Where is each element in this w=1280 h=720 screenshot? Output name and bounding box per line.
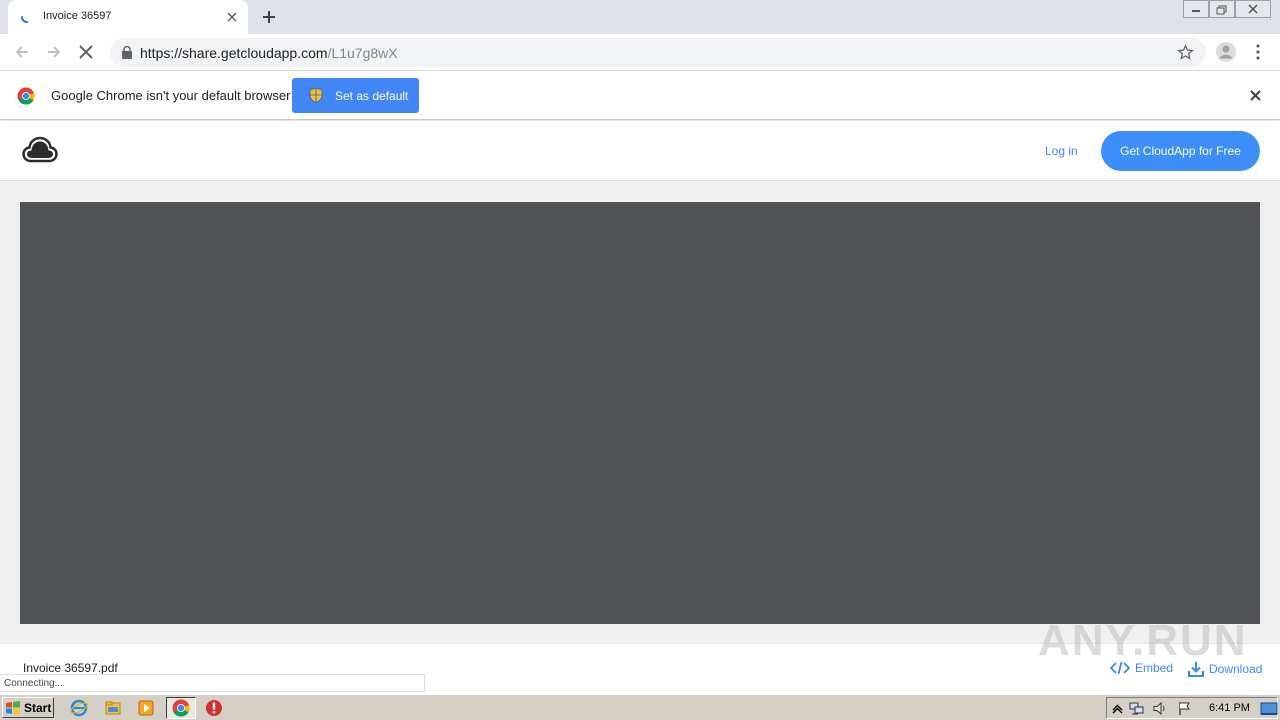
- restore-button[interactable]: [1209, 0, 1235, 18]
- tab-invoice[interactable]: Invoice 36597: [8, 0, 248, 34]
- login-link[interactable]: Log in: [1045, 144, 1078, 158]
- anyrun-watermark: ANY.RUN: [1038, 616, 1248, 665]
- tab-strip: Invoice 36597: [0, 0, 1280, 34]
- system-clock[interactable]: 6:41 PM: [1209, 702, 1250, 714]
- show-hidden-icons-icon[interactable]: [1110, 701, 1125, 716]
- download-icon: [1188, 662, 1204, 677]
- close-window-button[interactable]: [1235, 0, 1271, 18]
- url-host: https://share.getcloudapp.com: [140, 45, 328, 61]
- uac-shield-icon: [309, 87, 323, 103]
- chrome-taskbar-icon: [172, 699, 190, 717]
- start-label: Start: [24, 700, 52, 715]
- tab-title: Invoice 36597: [43, 10, 112, 22]
- taskbar: Start 6:41 PM: [0, 694, 1280, 720]
- infobar-message: Google Chrome isn't your default browser: [51, 88, 291, 103]
- code-embed-icon: [1110, 661, 1130, 675]
- new-tab-icon[interactable]: [260, 8, 278, 26]
- browser-toolbar: https://share.getcloudapp.com/L1u7g8wX: [0, 34, 1280, 71]
- download-label: Download: [1209, 662, 1263, 676]
- page-content: Log in Get CloudApp for Free Invoice 365…: [0, 121, 1280, 692]
- chrome-logo-icon: [17, 87, 35, 105]
- screen: Invoice 36597 https://share.getcloudapp.…: [0, 0, 1280, 720]
- action-center-flag-icon[interactable]: [1177, 701, 1192, 716]
- internet-explorer-icon[interactable]: [70, 699, 88, 717]
- get-cloudapp-button[interactable]: Get CloudApp for Free: [1101, 131, 1260, 171]
- address-bar[interactable]: https://share.getcloudapp.com/L1u7g8wX: [110, 38, 1206, 67]
- forward-icon[interactable]: [44, 42, 64, 62]
- start-button[interactable]: Start: [2, 697, 54, 718]
- default-browser-infobar: Google Chrome isn't your default browser…: [0, 71, 1280, 120]
- cloudapp-logo-icon[interactable]: [22, 134, 58, 166]
- stop-sign-icon[interactable]: [205, 699, 223, 717]
- taskbar-chrome-active[interactable]: [166, 697, 196, 719]
- close-window-icon: [1248, 4, 1258, 14]
- minimize-icon: [1192, 10, 1200, 12]
- close-tab-icon[interactable]: [224, 9, 240, 25]
- stop-loading-icon[interactable]: [76, 42, 96, 62]
- embed-label: Embed: [1135, 661, 1174, 675]
- download-link[interactable]: Download: [1188, 661, 1262, 677]
- file-explorer-icon[interactable]: [104, 699, 122, 717]
- set-as-default-label: Set as default: [335, 88, 409, 103]
- embed-link[interactable]: Embed: [1110, 661, 1173, 675]
- loading-spinner-icon: [21, 16, 28, 23]
- document-viewer[interactable]: [20, 202, 1260, 624]
- bookmark-star-icon[interactable]: [1177, 44, 1194, 61]
- minimize-button[interactable]: [1183, 0, 1209, 18]
- profile-avatar-icon[interactable]: [1215, 41, 1237, 63]
- kebab-menu-icon[interactable]: [1252, 43, 1264, 61]
- set-as-default-button[interactable]: Set as default: [292, 78, 419, 113]
- network-icon[interactable]: [1129, 701, 1144, 716]
- site-header: Log in Get CloudApp for Free: [0, 121, 1280, 181]
- back-icon[interactable]: [12, 42, 32, 62]
- status-bubble: Connecting...: [0, 674, 425, 692]
- lock-icon[interactable]: [122, 46, 132, 59]
- url-text[interactable]: https://share.getcloudapp.com/L1u7g8wX: [140, 45, 398, 61]
- system-tray: 6:41 PM: [1106, 697, 1278, 719]
- restore-icon: [1216, 5, 1227, 15]
- show-desktop-icon[interactable]: [1260, 700, 1278, 718]
- url-path: /L1u7g8wX: [327, 45, 398, 61]
- media-player-icon[interactable]: [137, 699, 155, 717]
- close-infobar-icon[interactable]: [1249, 89, 1262, 102]
- volume-icon[interactable]: [1152, 701, 1167, 716]
- file-name: Invoice 36597.pdf: [23, 661, 118, 675]
- windows-flag-icon: [6, 700, 20, 715]
